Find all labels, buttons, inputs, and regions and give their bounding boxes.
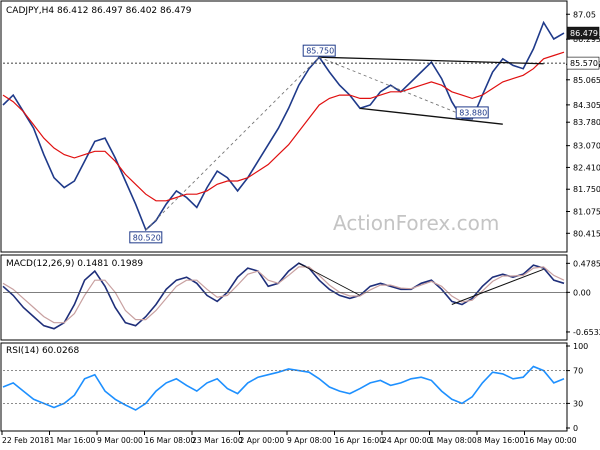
y-tick-label: 84.305 bbox=[573, 101, 600, 110]
y-tick-label: 0.00 bbox=[573, 288, 591, 297]
x-tick-label: 1 May 08:00 bbox=[430, 436, 477, 445]
y-tick-label: 81.750 bbox=[573, 185, 600, 194]
macd-axis: 0.4785 0.00 -0.6532 bbox=[566, 259, 600, 337]
y-tick-label: 83.070 bbox=[573, 142, 600, 151]
rsi-panel: RSI(14) 60.0268 100 70 30 0 bbox=[0, 342, 588, 433]
x-tick-label: 16 Mar 08:00 bbox=[145, 436, 196, 445]
watermark: ActionForex.com bbox=[333, 211, 499, 235]
y-tick-label: 85.065 bbox=[573, 76, 600, 85]
x-tick-label: 2 Apr 00:00 bbox=[240, 436, 285, 445]
y-tick-label: 70 bbox=[573, 367, 583, 376]
y-tick-label: 0.4785 bbox=[573, 259, 600, 268]
x-tick-label: 23 Mar 16:00 bbox=[192, 436, 243, 445]
time-axis: 22 Feb 2018 1 Mar 16:00 9 Mar 00:00 16 Mar … bbox=[1, 431, 577, 445]
price-label: 85.570 bbox=[570, 59, 598, 68]
x-tick-label: 24 Apr 00:00 bbox=[382, 436, 432, 445]
y-tick-label: 100 bbox=[573, 342, 588, 351]
rsi-panel-frame bbox=[0, 342, 568, 432]
y-tick-label: -0.6532 bbox=[573, 328, 600, 337]
y-tick-label: 81.075 bbox=[573, 208, 600, 217]
price-label: 86.479 bbox=[570, 29, 598, 38]
y-tick-label: 0 bbox=[573, 424, 578, 433]
annotation-label: 83.880 bbox=[459, 108, 487, 117]
y-tick-label: 82.410 bbox=[573, 163, 600, 172]
macd-panel-title: MACD(12,26,9) 0.1481 0.1989 bbox=[6, 259, 143, 269]
price-panel-title: CADJPY,H4 86.412 86.497 86.402 86.479 bbox=[6, 6, 192, 16]
y-tick-label: 30 bbox=[573, 399, 583, 408]
rsi-panel-title: RSI(14) 60.0268 bbox=[6, 346, 79, 356]
macd-panel: MACD(12,26,9) 0.1481 0.1989 0.4785 0.00 -0… bbox=[0, 254, 600, 341]
y-tick-label: 80.415 bbox=[573, 229, 600, 238]
y-tick-label: 87.05 bbox=[573, 10, 596, 19]
x-tick-label: 16 May 00:00 bbox=[525, 436, 577, 445]
y-tick-label: 83.780 bbox=[573, 118, 600, 127]
price-axis: 87.0586.29585.53585.06584.30583.78083.07… bbox=[566, 10, 600, 238]
price-panel: CADJPY,H4 86.412 86.497 86.402 86.479 Ac… bbox=[0, 0, 600, 253]
x-tick-label: 16 Apr 16:00 bbox=[335, 436, 385, 445]
x-tick-label: 9 Apr 08:00 bbox=[287, 436, 332, 445]
rsi-axis: 100 70 30 0 bbox=[566, 342, 588, 433]
chart-root: CADJPY,H4 86.412 86.497 86.402 86.479 Ac… bbox=[0, 0, 600, 445]
annotation-label: 80.520 bbox=[133, 233, 161, 242]
x-tick-label: 9 Mar 00:00 bbox=[97, 436, 143, 445]
annotation-label: 85.750 bbox=[306, 47, 334, 56]
x-tick-label: 22 Feb 2018 bbox=[2, 436, 49, 445]
x-tick-label: 1 Mar 16:00 bbox=[50, 436, 96, 445]
x-tick-label: 8 May 16:00 bbox=[477, 436, 524, 445]
